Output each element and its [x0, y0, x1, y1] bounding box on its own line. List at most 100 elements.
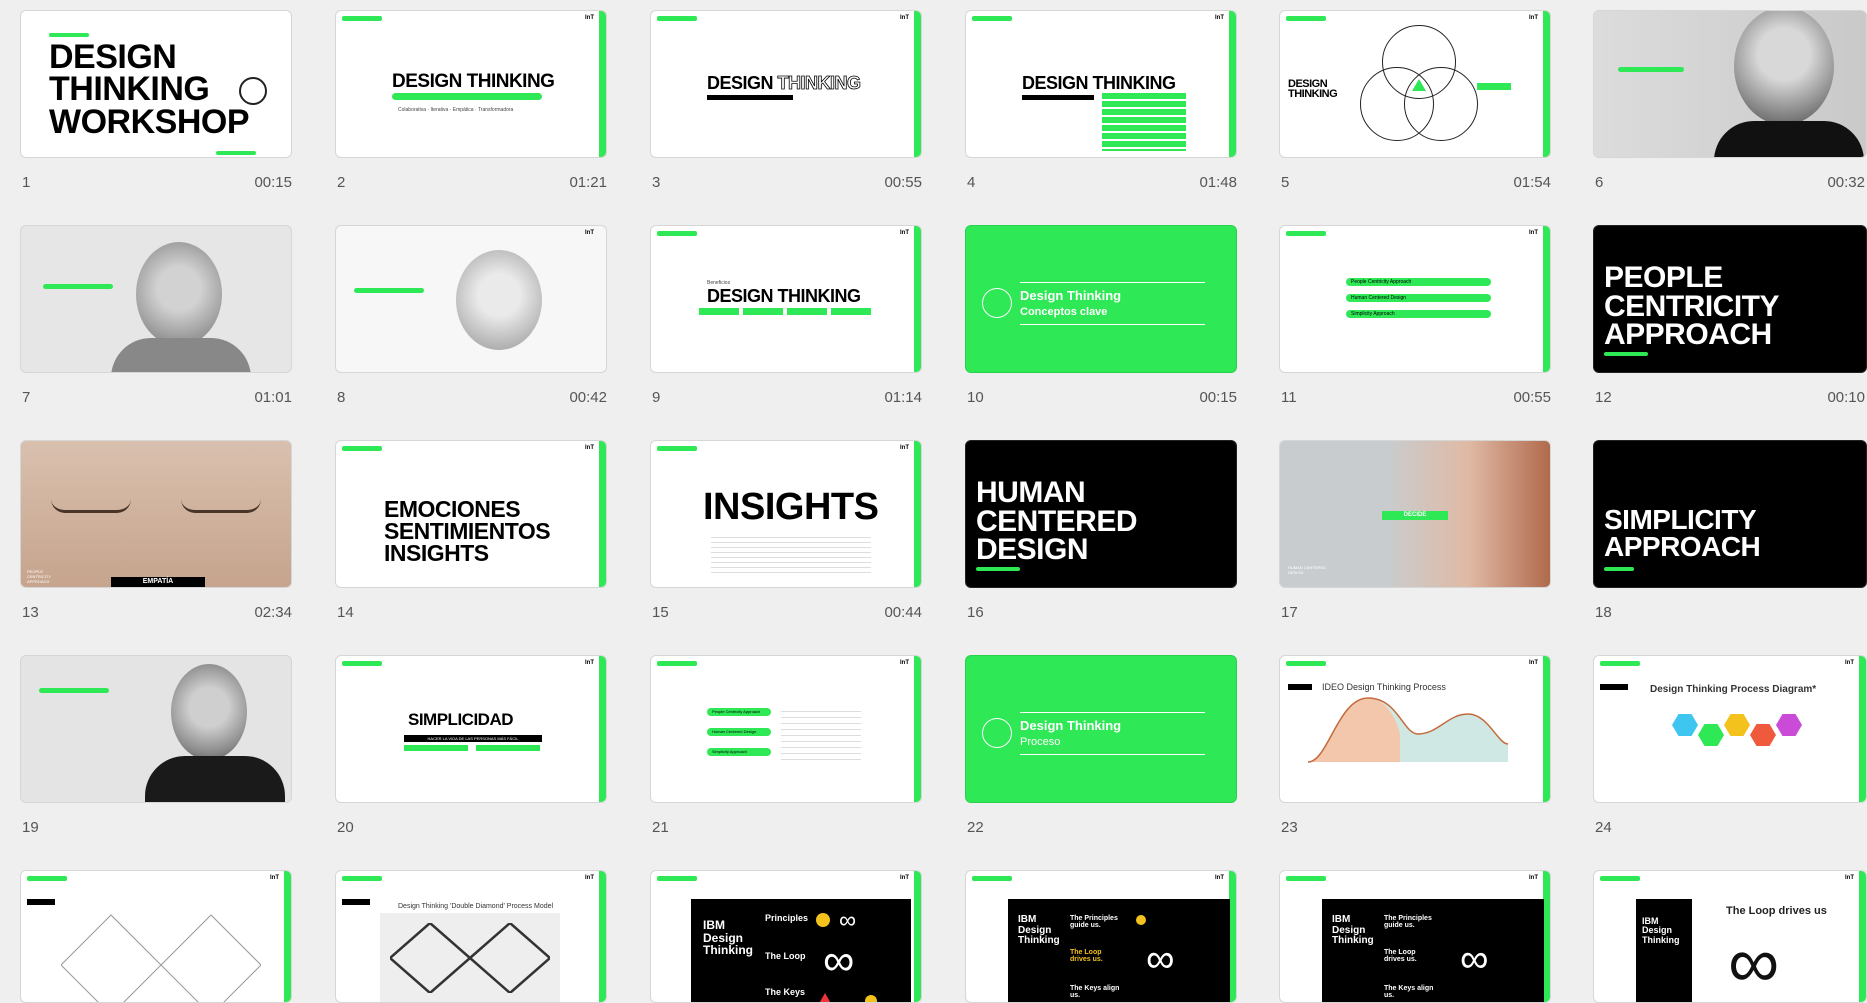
loop-label: The Loop	[765, 951, 806, 961]
logo: InT	[1529, 230, 1538, 236]
slide-thumbnail-9[interactable]: InT Beneficios DESIGN THINKING	[650, 225, 922, 373]
accent-stripe	[914, 871, 921, 1002]
subtitle-bar	[1022, 95, 1094, 100]
slide-thumbnail-3[interactable]: InT DESIGN THINKING	[650, 10, 922, 158]
logo: InT	[585, 15, 594, 21]
ibm-panel	[1636, 899, 1692, 1002]
logo: InT	[1845, 660, 1854, 666]
logo: InT	[1529, 875, 1538, 881]
slide-thumbnail-7[interactable]	[20, 225, 292, 373]
slide-meta-3: 3 00:55	[652, 174, 922, 194]
slide-thumbnail-22[interactable]: Design Thinking Proceso	[965, 655, 1237, 803]
slide-thumbnail-30[interactable]: InT IBM Design Thinking The Loop drives us…	[1593, 870, 1867, 1003]
slide-thumbnail-8[interactable]: InT	[335, 225, 607, 373]
slide-title: DESIGN THINKING WORKSHOP	[49, 38, 250, 141]
slide-thumbnail-25[interactable]: InT	[20, 870, 292, 1003]
slide-meta-17: 17	[1281, 604, 1551, 624]
slide-title: Design Thinking 'Double Diamond' Process…	[398, 903, 554, 910]
slide-thumbnail-6[interactable]	[1593, 10, 1867, 158]
hex-test	[1776, 714, 1802, 736]
slide-number: 22	[967, 819, 984, 836]
loop-label: The Loop drives us.	[1384, 949, 1417, 963]
slide-number: 16	[967, 604, 984, 621]
portrait	[171, 664, 247, 760]
arrows-icon	[982, 718, 1012, 748]
footer-pill	[1604, 352, 1648, 356]
slide-thumbnail-24[interactable]: InT Design Thinking Process Diagram*	[1593, 655, 1867, 803]
logo: InT	[1215, 15, 1224, 21]
slide-thumbnail-29[interactable]: InT IBM Design Thinking The Principles gui…	[1279, 870, 1551, 1003]
divider-top	[1020, 712, 1205, 713]
arrows-icon	[239, 77, 267, 105]
slide-meta-6: 6 00:32	[1595, 174, 1865, 194]
footer-pill	[216, 151, 256, 155]
slide-thumbnail-10[interactable]: Design Thinking Conceptos clave	[965, 225, 1237, 373]
slide-thumbnail-26[interactable]: InT Design Thinking 'Double Diamond' Pro…	[335, 870, 607, 1003]
slide-duration: 02:34	[254, 604, 292, 621]
principles-label: The Principles guide us.	[1384, 915, 1432, 929]
tag	[342, 899, 370, 905]
venn-circle-right	[1404, 67, 1478, 141]
hex-prototype	[1750, 724, 1776, 746]
portrait	[136, 242, 222, 346]
slide-thumbnail-4[interactable]: InT DESIGN THINKING	[965, 10, 1237, 158]
header-pill	[657, 231, 697, 236]
benefit-pills	[699, 308, 874, 315]
slide-duration: 00:42	[569, 389, 607, 406]
slide-thumbnail-12[interactable]: PEOPLE CENTRICITY APPROACH	[1593, 225, 1867, 373]
slide-thumbnail-19[interactable]	[20, 655, 292, 803]
slide-title: EMOCIONES SENTIMIENTOS INSIGHTS	[384, 496, 551, 566]
slide-number: 14	[337, 604, 354, 621]
shoulders	[111, 338, 251, 372]
slide-meta-14: 14	[337, 604, 607, 624]
header-pill	[342, 446, 382, 451]
slide-thumbnail-13[interactable]: EMPATÍA PEOPLE CENTRICITY APPROACH	[20, 440, 292, 588]
logo: InT	[1529, 660, 1538, 666]
slide-number: 8	[337, 389, 346, 406]
slide-duration: 00:15	[254, 174, 292, 191]
hex-empathize	[1672, 714, 1698, 736]
slide-thumbnail-18[interactable]: SIMPLICITY APPROACH	[1593, 440, 1867, 588]
slide-thumbnail-16[interactable]: HUMAN CENTERED DESIGN	[965, 440, 1237, 588]
concept-pill-2: Human Centered Design	[1346, 294, 1491, 302]
arrows-icon	[982, 288, 1012, 318]
slide-thumbnail-1[interactable]: DESIGN THINKING WORKSHOP	[20, 10, 292, 158]
slide-number: 11	[1281, 389, 1297, 406]
slide-thumbnail-27[interactable]: InT IBM Design Thinking Principles The Loo…	[650, 870, 922, 1003]
slide-thumbnail-2[interactable]: InT DESIGN THINKING Colaborativa · Itera…	[335, 10, 607, 158]
slide-thumbnail-15[interactable]: InT INSIGHTS	[650, 440, 922, 588]
slide-title: Design Thinking	[1020, 718, 1122, 733]
slide-meta-2: 2 01:21	[337, 174, 607, 194]
slide-meta-20: 20	[337, 819, 607, 839]
header-pill	[342, 16, 382, 21]
tag-pill	[49, 33, 89, 37]
slide-title: EMPATÍA	[111, 577, 205, 587]
header-pill	[1600, 661, 1640, 666]
slide-title: DECIDE	[1382, 511, 1448, 520]
slide-title: IBM Design Thinking	[1018, 914, 1060, 946]
slide-thumbnail-28[interactable]: InT IBM Design Thinking The Principles gui…	[965, 870, 1237, 1003]
corner-tag: HUMAN CENTERED DESIGN	[1288, 565, 1326, 575]
slide-thumbnail-5[interactable]: InT DESIGN THINKING	[1279, 10, 1551, 158]
slide-thumbnail-20[interactable]: InT SIMPLICIDAD HACER LA VIDA DE LAS PER…	[335, 655, 607, 803]
eye-left	[51, 499, 131, 513]
slide-title: The Loop drives us	[1726, 905, 1827, 917]
keys-label: The Keys align us.	[1070, 985, 1120, 999]
accent-stripe	[599, 871, 606, 1002]
portrait	[1734, 11, 1834, 125]
slide-thumbnail-21[interactable]: InT People Centricity Approach Human Cen…	[650, 655, 922, 803]
slide-number: 2	[337, 174, 346, 191]
slide-thumbnail-23[interactable]: InT IDEO Design Thinking Process	[1279, 655, 1551, 803]
loop-label: The Loop drives us.	[1070, 949, 1103, 963]
slide-title: Design Thinking Process Diagram*	[1650, 684, 1817, 695]
infinity-large-icon: ∞	[1728, 923, 1780, 1003]
slide-meta-22: 22	[967, 819, 1237, 839]
concept-pill-2: Human Centered Design	[707, 728, 771, 736]
accent-stripe	[1543, 226, 1550, 372]
slide-thumbnail-17[interactable]: DECIDE HUMAN CENTERED DESIGN	[1279, 440, 1551, 588]
concept-pill-3: Simplicity Approach	[1346, 310, 1491, 318]
slide-thumbnail-11[interactable]: InT People Centricity Approach Human Cen…	[1279, 225, 1551, 373]
slide-thumbnail-14[interactable]: InT EMOCIONES SENTIMIENTOS INSIGHTS	[335, 440, 607, 588]
triangle-icon	[817, 993, 833, 1002]
header-pill	[972, 16, 1012, 21]
